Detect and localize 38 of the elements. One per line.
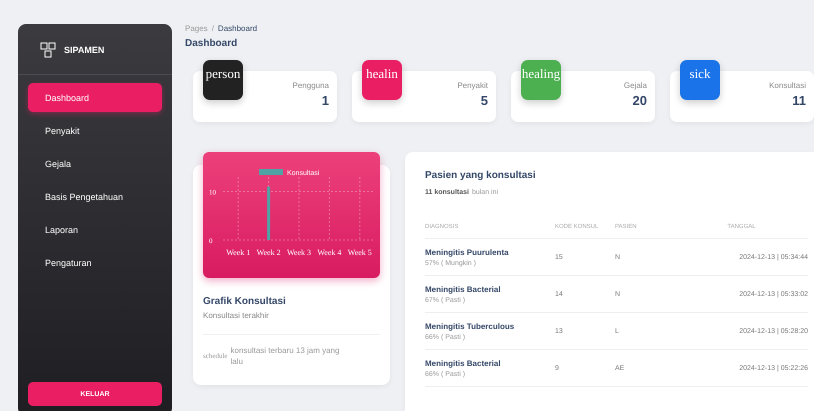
diagnosis-name: Meningitis Bacterial — [425, 284, 501, 294]
diagnosis-name: Meningitis Puurulenta — [425, 248, 509, 256]
nav-item[interactable]: Dashboard — [28, 83, 162, 112]
stat-value: 1 — [322, 93, 329, 108]
legend-swatch — [259, 169, 283, 175]
stat-label: Gejala — [624, 81, 647, 90]
chart-title: Grafik Konsultasi — [203, 296, 287, 307]
x-tick-label: Week 3 — [287, 248, 311, 257]
table-title: Pasien yang konsultasi — [425, 170, 537, 181]
nav-item[interactable]: Basis Pengetahuan — [28, 182, 162, 211]
x-tick-label: Week 1 — [226, 248, 250, 257]
nav-item[interactable]: Penyakit — [28, 116, 162, 145]
stat-icon: healin — [362, 60, 402, 100]
nav-item[interactable]: Laporan — [28, 215, 162, 244]
x-tick-label: Week 5 — [348, 248, 372, 257]
nav-item[interactable]: Gejala — [28, 149, 162, 178]
stat-icon: person — [203, 60, 243, 100]
stat-value: 11 — [792, 93, 806, 108]
stat-label: Pengguna — [292, 81, 329, 90]
logo-icon — [40, 42, 56, 58]
stat-value: 20 — [632, 93, 647, 108]
chart-bar — [267, 186, 270, 240]
diagnosis-name: Meningitis Bacterial — [425, 358, 501, 368]
stat-icon: healing — [521, 60, 561, 100]
breadcrumb-item: Dashboard — [218, 24, 258, 33]
chart-subtitle: Konsultasi terakhir — [203, 311, 270, 320]
stat-label: Konsultasi — [769, 81, 806, 90]
diagnosis-name: Meningitis Tuberculous — [425, 322, 514, 330]
chart-footer: konsultasi terbaru 13 jam yang lalu — [230, 345, 340, 368]
stat-value: 5 — [480, 93, 488, 108]
stat-label: Penyakit — [457, 81, 488, 90]
x-tick-label: Week 4 — [317, 248, 342, 257]
stat-icon: sick — [680, 60, 720, 100]
page-title: Dashboard — [185, 38, 238, 49]
brand-name: SIPAMEN — [64, 45, 104, 55]
x-tick-label: Week 2 — [256, 248, 281, 257]
breadcrumb-separator: / — [212, 24, 214, 33]
nav-item[interactable]: Pengaturan — [28, 248, 162, 277]
